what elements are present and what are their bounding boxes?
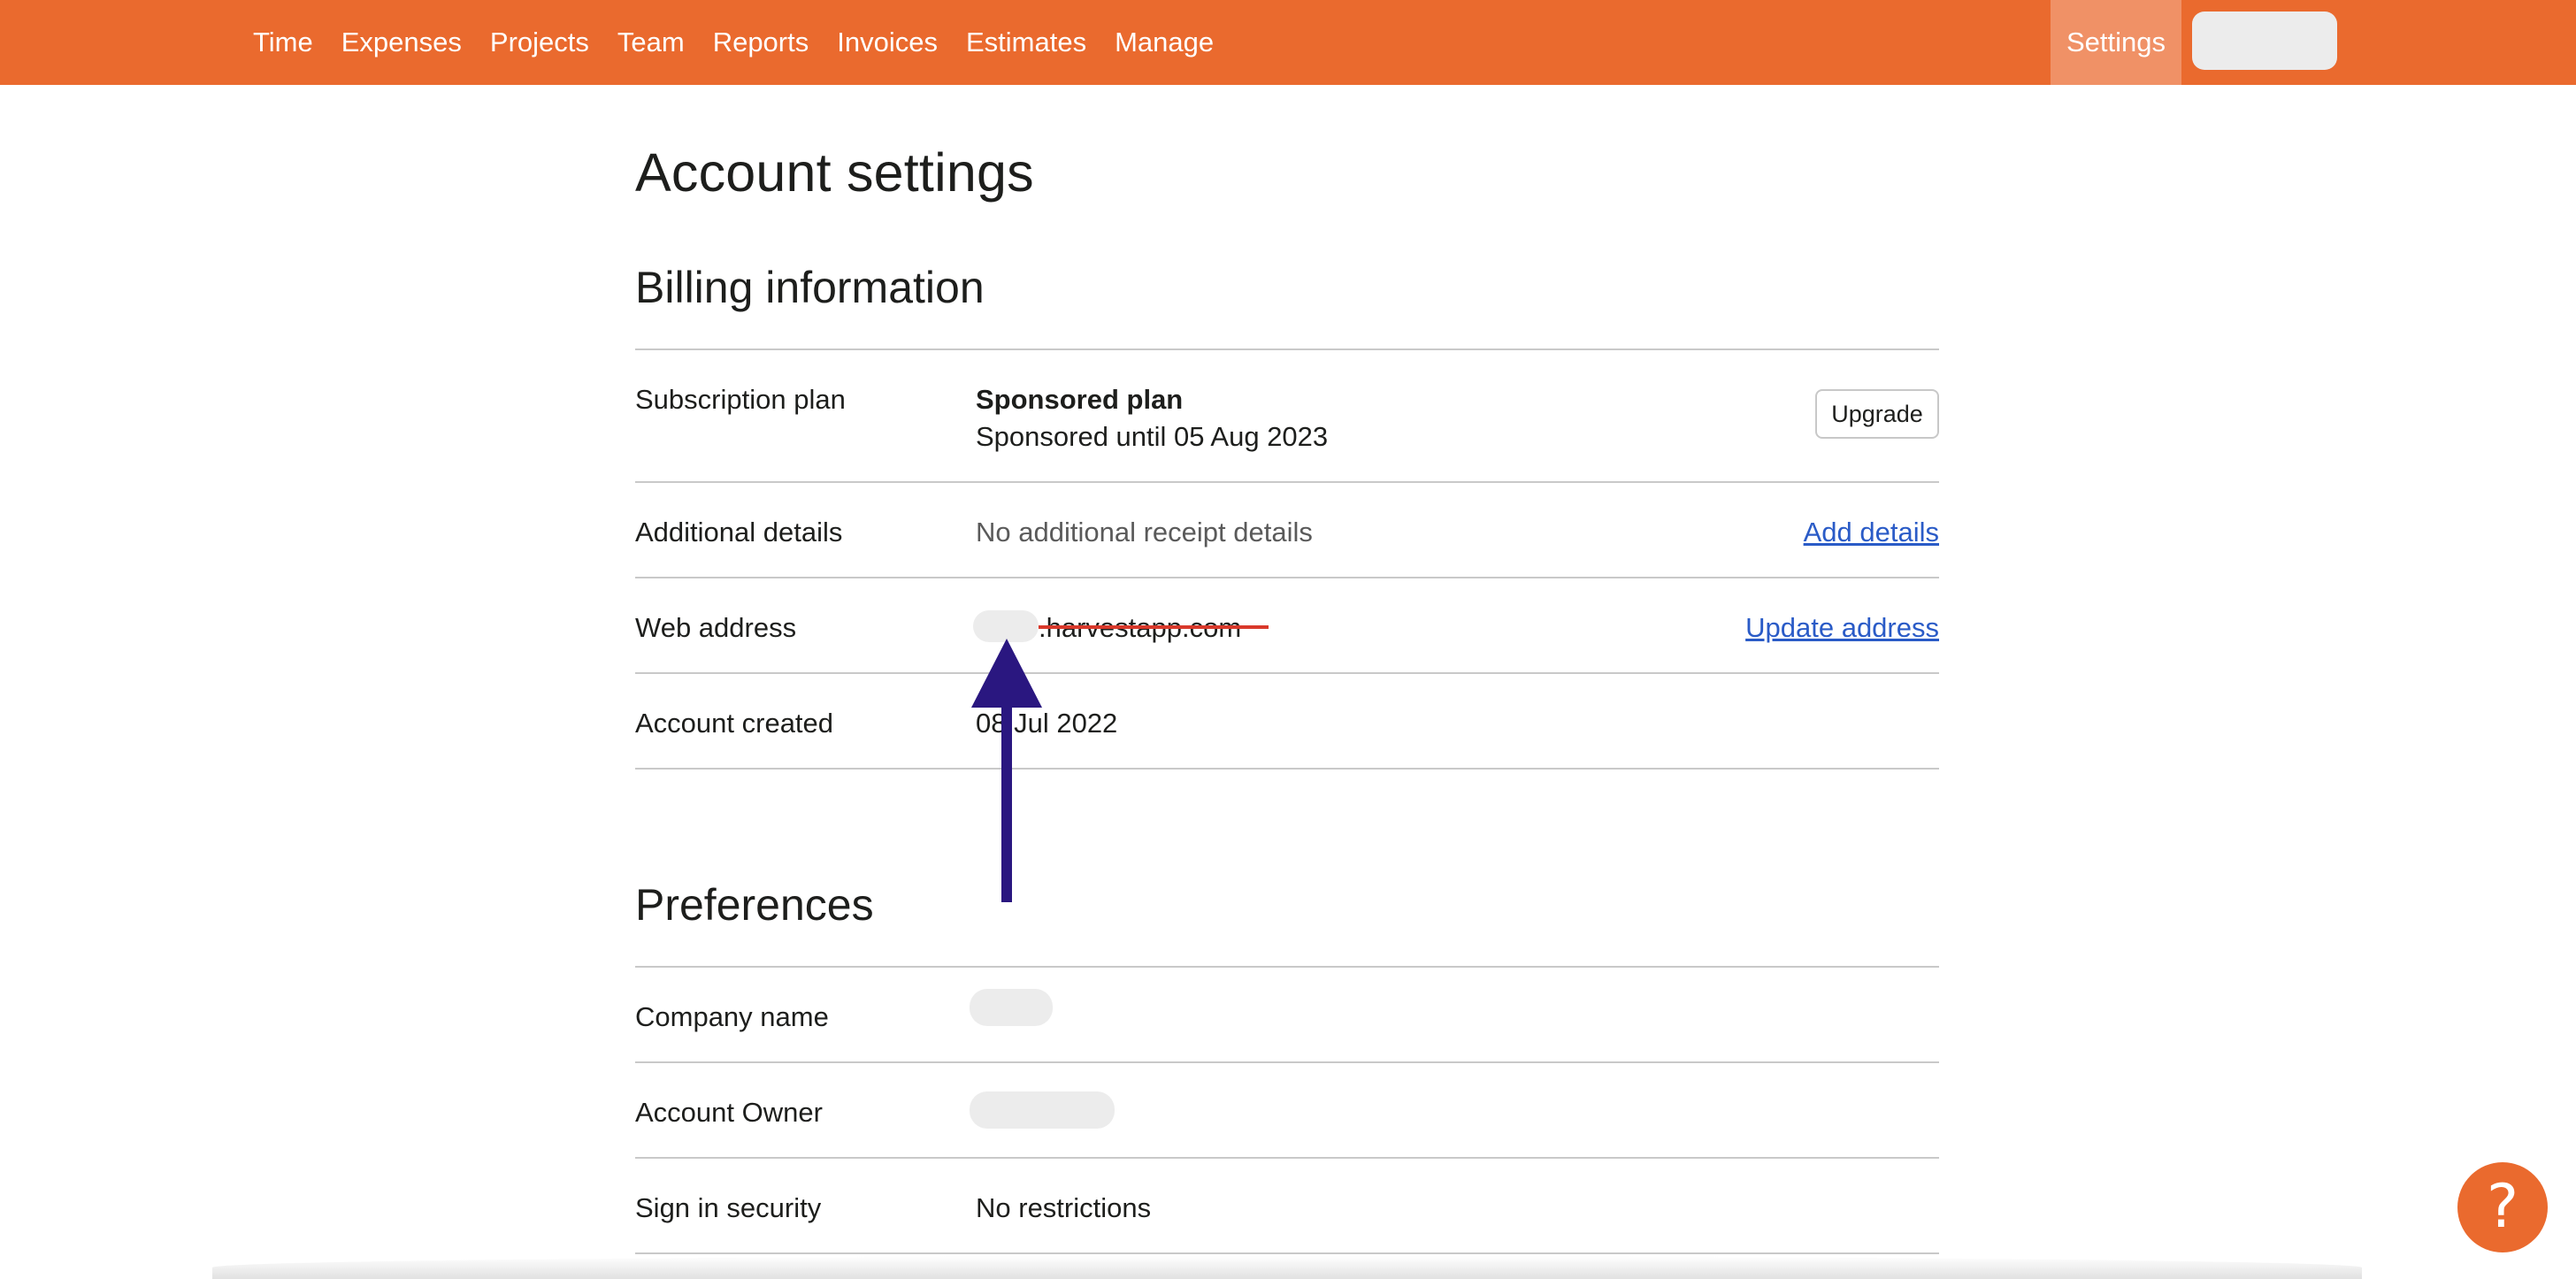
annotation-arrow — [971, 639, 1042, 902]
account-created-label: Account created — [635, 708, 834, 739]
subscription-detail: Sponsored until 05 Aug 2023 — [976, 421, 1329, 452]
divider — [635, 672, 1939, 674]
nav-link-team[interactable]: Team — [603, 0, 699, 85]
question-mark-icon: ? — [2486, 1172, 2519, 1242]
sign-in-security-label: Sign in security — [635, 1192, 822, 1223]
user-menu-redacted[interactable] — [2192, 11, 2337, 70]
top-nav: Time Expenses Projects Team Reports Invo… — [0, 0, 2576, 85]
billing-section-title: Billing information — [635, 263, 985, 312]
arrow-head — [971, 639, 1042, 708]
account-owner-redacted — [970, 1091, 1115, 1129]
account-owner-label: Account Owner — [635, 1097, 823, 1128]
nav-link-settings[interactable]: Settings — [2051, 0, 2181, 85]
subscription-plan: Sponsored plan — [976, 384, 1184, 415]
additional-details-label: Additional details — [635, 517, 843, 548]
subscription-label: Subscription plan — [635, 384, 846, 415]
bottom-shadow — [212, 1256, 2362, 1279]
nav-link-reports[interactable]: Reports — [699, 0, 824, 85]
divider — [635, 348, 1939, 350]
nav-link-time[interactable]: Time — [239, 0, 327, 85]
add-details-link[interactable]: Add details — [1804, 517, 1939, 548]
additional-details-value: No additional receipt details — [976, 517, 1313, 548]
web-address-label: Web address — [635, 612, 797, 643]
nav-links: Time Expenses Projects Team Reports Invo… — [239, 0, 1228, 85]
upgrade-button[interactable]: Upgrade — [1815, 389, 1939, 439]
nav-link-projects[interactable]: Projects — [476, 0, 603, 85]
nav-link-estimates[interactable]: Estimates — [952, 0, 1100, 85]
sign-in-security-value: No restrictions — [976, 1192, 1152, 1223]
divider — [635, 577, 1939, 578]
page-title: Account settings — [635, 142, 1034, 203]
divider — [635, 1061, 1939, 1063]
arrow-shaft — [1001, 706, 1012, 902]
nav-link-invoices[interactable]: Invoices — [823, 0, 952, 85]
company-name-label: Company name — [635, 1001, 829, 1032]
strikethrough-annotation — [1039, 625, 1269, 629]
update-address-link[interactable]: Update address — [1745, 612, 1939, 644]
divider — [635, 966, 1939, 968]
nav-link-manage[interactable]: Manage — [1100, 0, 1228, 85]
divider — [635, 768, 1939, 770]
divider — [635, 1157, 1939, 1159]
help-button[interactable]: ? — [2457, 1162, 2548, 1252]
nav-link-expenses[interactable]: Expenses — [327, 0, 476, 85]
divider — [635, 481, 1939, 483]
preferences-section-title: Preferences — [635, 880, 874, 930]
company-name-redacted — [970, 989, 1053, 1026]
divider — [635, 1252, 1939, 1254]
